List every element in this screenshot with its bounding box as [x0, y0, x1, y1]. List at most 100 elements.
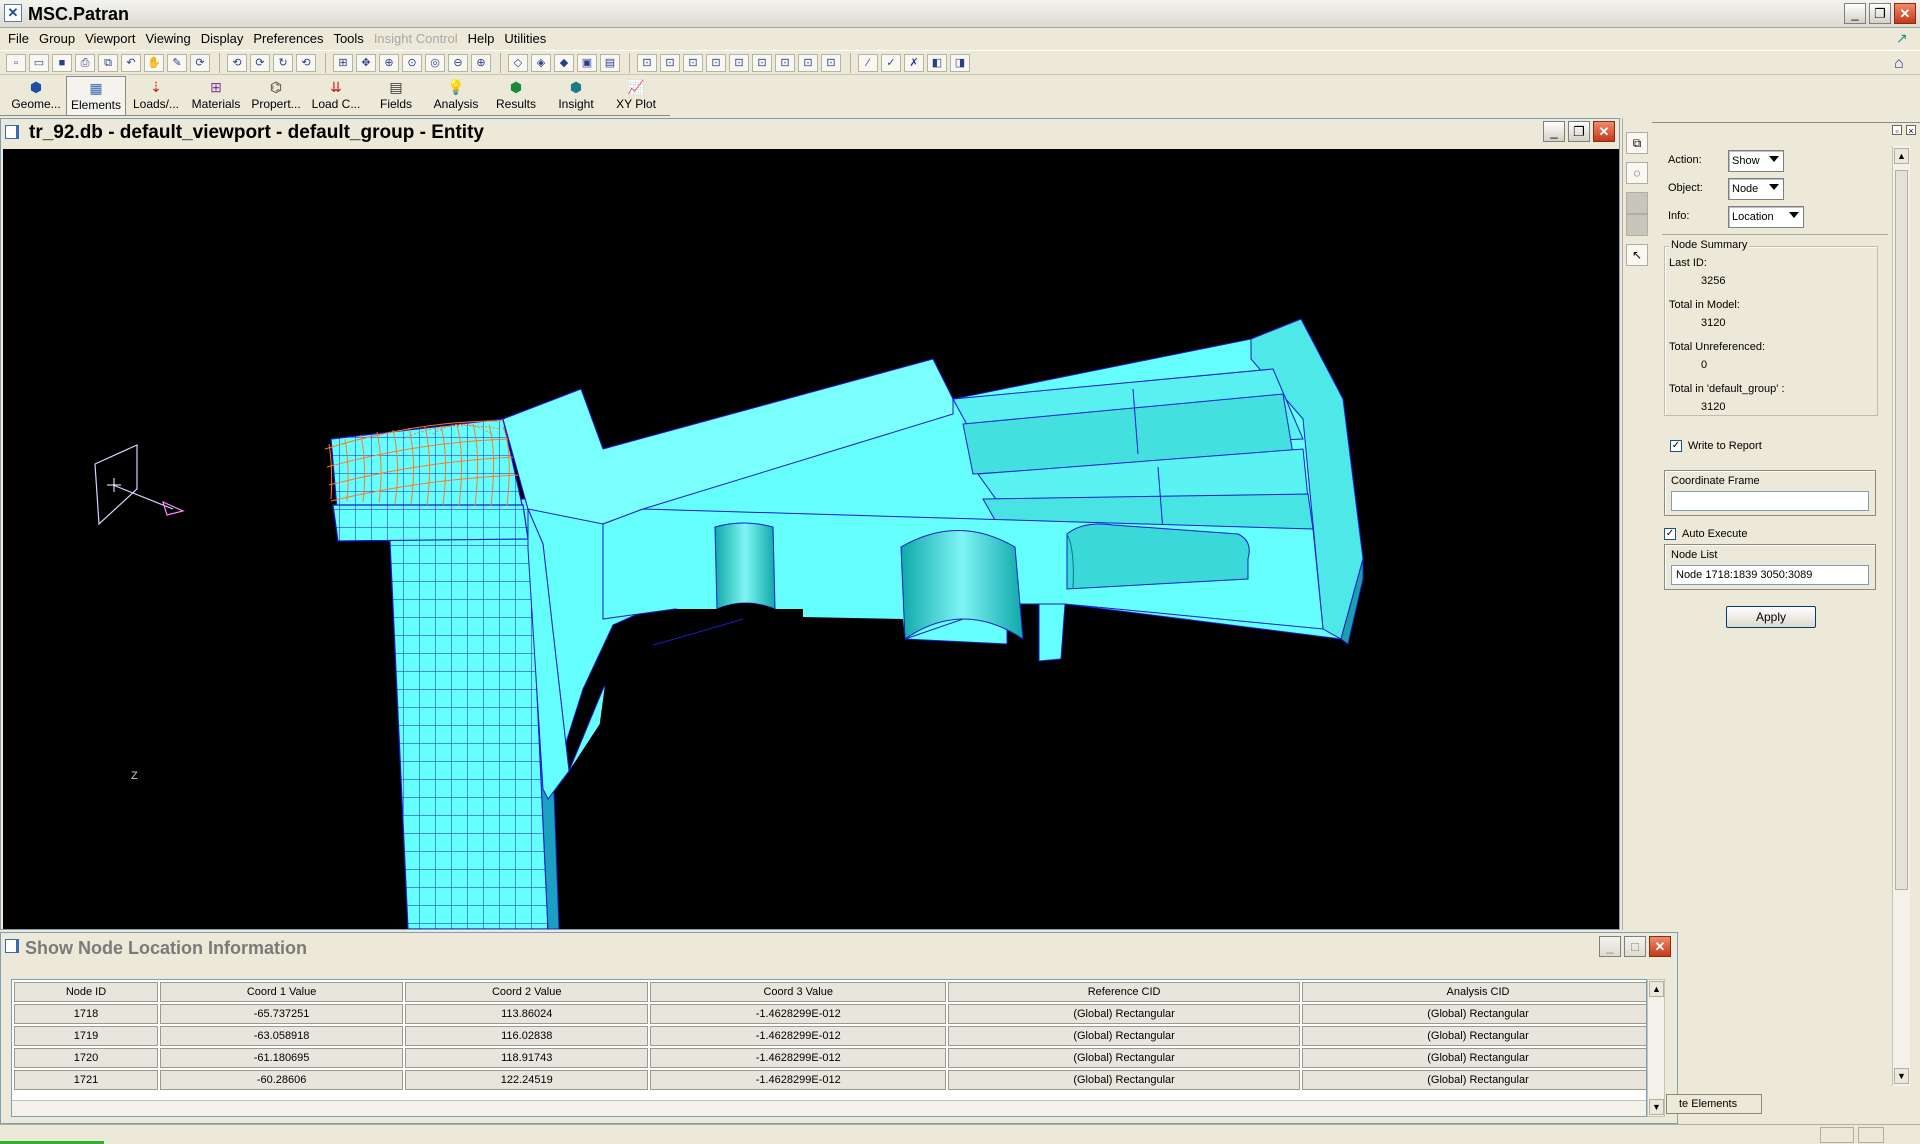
rotate-icon[interactable]: ⟲: [227, 53, 247, 72]
panel-restore-icon[interactable]: ▫: [1892, 125, 1902, 136]
info-window-titlebar[interactable]: Show Node Location Information _ □ ✕: [1, 933, 1677, 963]
lasso-select-icon[interactable]: ◌: [1626, 162, 1648, 184]
scroll-down-icon[interactable]: ▼: [1894, 1068, 1909, 1084]
menu-help[interactable]: Help: [464, 28, 501, 50]
action-dropdown[interactable]: Show: [1728, 150, 1784, 172]
rotate-spin-icon[interactable]: ⟲: [296, 53, 316, 72]
column-header[interactable]: Node ID: [14, 982, 159, 1002]
scroll-down-icon[interactable]: ▼: [1649, 1099, 1664, 1115]
rotate-xy-icon[interactable]: ⟳: [250, 53, 270, 72]
viewport-minimize-button[interactable]: _: [1543, 121, 1565, 142]
column-header[interactable]: Coord 3 Value: [650, 982, 947, 1002]
auto-execute-checkbox[interactable]: ✓: [1664, 528, 1676, 540]
rotate-z-icon[interactable]: ↻: [273, 53, 293, 72]
iso2-view-icon[interactable]: ⊡: [798, 53, 818, 72]
spin-icon[interactable]: ⊙: [402, 53, 422, 72]
top-view-icon[interactable]: ⊡: [729, 53, 749, 72]
front-view-icon[interactable]: ⊡: [637, 53, 657, 72]
menu-tools[interactable]: Tools: [329, 28, 369, 50]
show-labels-icon[interactable]: ✓: [881, 53, 901, 72]
object-dropdown[interactable]: Node: [1728, 178, 1784, 200]
print-icon[interactable]: ⎙: [75, 53, 95, 72]
viewport-titlebar[interactable]: tr_92.db - default_viewport - default_gr…: [1, 119, 1619, 147]
coordinate-frame-input[interactable]: [1671, 491, 1869, 511]
tab-xy-plot[interactable]: 📈 XY Plot: [606, 76, 666, 116]
menu-display[interactable]: Display: [197, 28, 250, 50]
render-icon[interactable]: ▣: [577, 53, 597, 72]
lighting-icon[interactable]: ▤: [600, 53, 620, 72]
scroll-up-icon[interactable]: ▲: [1649, 981, 1664, 997]
menu-viewing[interactable]: Viewing: [141, 28, 196, 50]
column-header[interactable]: Analysis CID: [1302, 982, 1646, 1002]
column-header[interactable]: Coord 2 Value: [405, 982, 649, 1002]
zoom-in-icon[interactable]: ⊕: [471, 53, 491, 72]
undo-icon[interactable]: ↶: [121, 53, 141, 72]
tab-loads-bcs[interactable]: ⇣ Loads/...: [126, 76, 186, 116]
scrollbar-thumb[interactable]: [1895, 170, 1908, 890]
panel-close-icon[interactable]: ×: [1906, 125, 1916, 136]
apply-button[interactable]: Apply: [1726, 606, 1816, 628]
open-file-icon[interactable]: ▭: [29, 53, 49, 72]
table-row[interactable]: 1719 -63.058918 116.02838 -1.4628299E-01…: [14, 1026, 1646, 1046]
center-icon[interactable]: ⊕: [379, 53, 399, 72]
copy-view-icon[interactable]: ⧉: [1626, 132, 1648, 154]
info-dropdown[interactable]: Location: [1728, 206, 1804, 228]
menu-utilities[interactable]: Utilities: [500, 28, 552, 50]
panel-scrollbar[interactable]: ▲ ▼: [1892, 146, 1910, 1086]
hidden-line-icon[interactable]: ◈: [531, 53, 551, 72]
refresh-icon[interactable]: ⟳: [190, 53, 210, 72]
table-vertical-scrollbar[interactable]: ▲ ▼: [1647, 979, 1665, 1117]
reset-graphics-icon[interactable]: ✎: [167, 53, 187, 72]
label-control-icon[interactable]: ⁄: [858, 53, 878, 72]
column-header[interactable]: Coord 1 Value: [160, 982, 404, 1002]
tab-analysis[interactable]: 💡 Analysis: [426, 76, 486, 116]
rear-view-icon[interactable]: ⊡: [660, 53, 680, 72]
new-file-icon[interactable]: ▫: [6, 53, 26, 72]
node-list-input[interactable]: Node 1718:1839 3050:3089: [1671, 565, 1869, 585]
table-horizontal-scrollbar[interactable]: [12, 1100, 1646, 1116]
iso3-view-icon[interactable]: ⊡: [821, 53, 841, 72]
menu-group[interactable]: Group: [35, 28, 81, 50]
save-icon[interactable]: ■: [52, 53, 72, 72]
zoom-out-icon[interactable]: ⊖: [448, 53, 468, 72]
patran-app-icon[interactable]: ✕: [4, 4, 22, 22]
tab-results[interactable]: ⬢ Results: [486, 76, 546, 116]
menu-viewport[interactable]: Viewport: [81, 28, 141, 50]
column-header[interactable]: Reference CID: [948, 982, 1301, 1002]
left-view-icon[interactable]: ⊡: [683, 53, 703, 72]
minimize-button[interactable]: _: [1844, 3, 1866, 24]
select-box-icon[interactable]: [1626, 192, 1648, 214]
close-button[interactable]: ✕: [1894, 3, 1916, 24]
right-view-icon[interactable]: ⊡: [706, 53, 726, 72]
entity-color-icon[interactable]: ◧: [927, 53, 947, 72]
write-to-report-checkbox[interactable]: ✓: [1670, 440, 1682, 452]
info-close-button[interactable]: ✕: [1649, 936, 1671, 957]
viewport-close-button[interactable]: ✕: [1593, 121, 1615, 142]
pan-icon[interactable]: ✥: [356, 53, 376, 72]
pick-pointer-icon[interactable]: ↖: [1626, 244, 1648, 266]
graphics-canvas[interactable]: Z: [3, 149, 1619, 929]
tab-fields[interactable]: ▤ Fields: [366, 76, 426, 116]
fit-view-icon[interactable]: ◎: [425, 53, 445, 72]
table-row[interactable]: 1720 -61.180695 118.91743 -1.4628299E-01…: [14, 1048, 1646, 1068]
tab-geometry[interactable]: ⬢ Geome...: [6, 76, 66, 116]
tab-properties[interactable]: ⌬ Propert...: [246, 76, 306, 116]
abort-icon[interactable]: ✋: [144, 53, 164, 72]
iso1-view-icon[interactable]: ⊡: [775, 53, 795, 72]
tab-load-cases[interactable]: ⇊ Load C...: [306, 76, 366, 116]
table-row[interactable]: 1721 -60.28606 122.24519 -1.4628299E-012…: [14, 1070, 1646, 1090]
plot-erase-icon[interactable]: ◨: [950, 53, 970, 72]
restore-button[interactable]: ❐: [1869, 3, 1891, 24]
info-maximize-button[interactable]: □: [1624, 936, 1646, 957]
table-row[interactable]: 1718 -65.737251 113.86024 -1.4628299E-01…: [14, 1004, 1646, 1024]
menu-preferences[interactable]: Preferences: [249, 28, 329, 50]
tab-insight[interactable]: ⬢ Insight: [546, 76, 606, 116]
scroll-up-icon[interactable]: ▲: [1894, 148, 1909, 164]
select-polygon-icon[interactable]: [1626, 214, 1648, 236]
copy-icon[interactable]: ⧉: [98, 53, 118, 72]
tab-materials[interactable]: ⊞ Materials: [186, 76, 246, 116]
tab-elements[interactable]: ▦ Elements: [66, 76, 126, 116]
smooth-shaded-icon[interactable]: ◆: [554, 53, 574, 72]
corner-arrow-icon[interactable]: ↗: [1896, 30, 1914, 48]
home-icon[interactable]: ⌂: [1894, 55, 1914, 75]
